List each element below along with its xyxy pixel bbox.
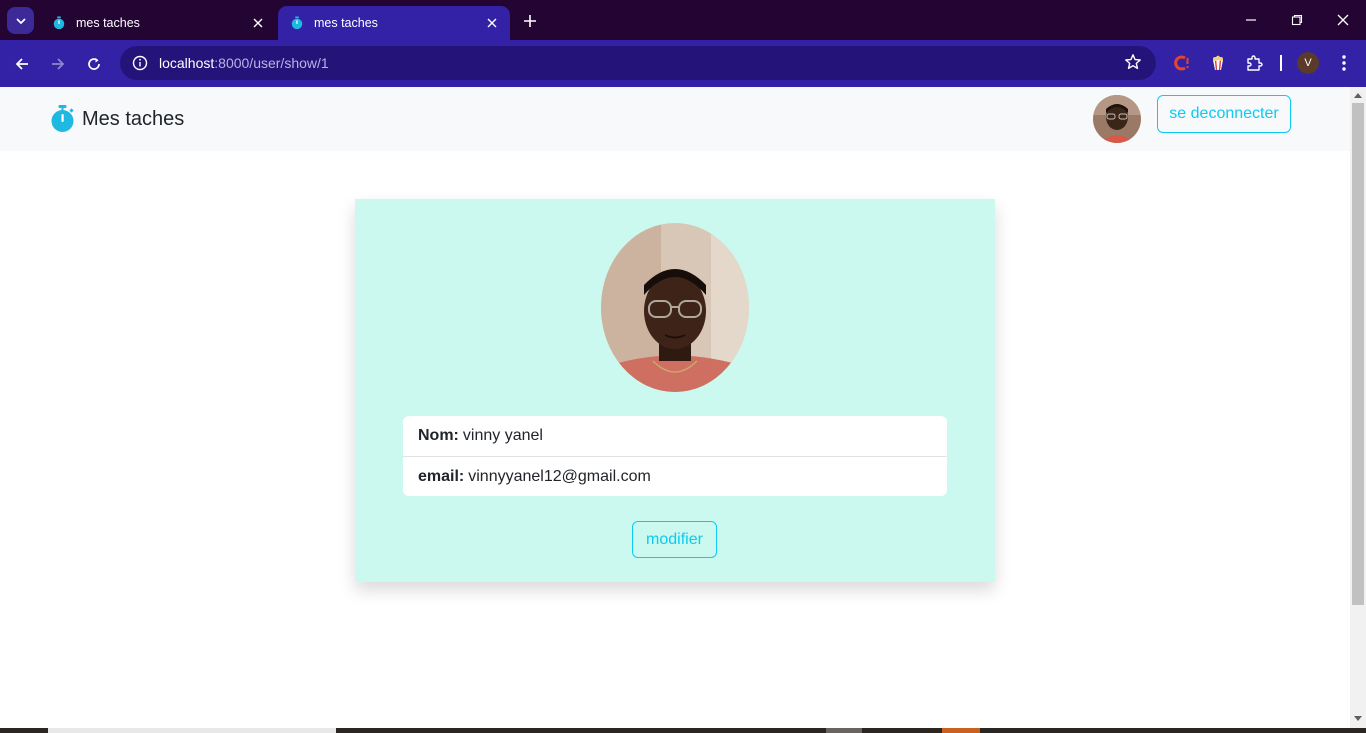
email-row: email: vinnyyanel12@gmail.com [403, 456, 947, 496]
minimize-icon [1246, 19, 1256, 21]
close-icon [1337, 14, 1349, 26]
logout-button[interactable]: se deconnecter [1157, 95, 1291, 133]
site-navbar: Mes taches se deconnecter [0, 87, 1350, 151]
tab-strip: mes taches mes taches [0, 0, 1366, 40]
arrow-left-icon [15, 58, 28, 70]
restore-button[interactable] [1274, 6, 1320, 34]
minimize-button[interactable] [1228, 6, 1274, 34]
taskbar-edge [0, 728, 1366, 733]
taskbar-segment [48, 728, 336, 733]
profile-card: Nom: vinny yanel email: vinnyyanel12@gma… [355, 199, 995, 582]
close-tab-icon[interactable] [484, 15, 500, 31]
bookmark-star-icon[interactable] [1124, 53, 1142, 76]
address-bar[interactable]: localhost:8000/user/show/1 [120, 46, 1156, 80]
stopwatch-icon [53, 16, 65, 30]
chevron-down-icon [15, 17, 26, 24]
url-text[interactable]: localhost:8000/user/show/1 [159, 55, 329, 71]
forward-button[interactable] [44, 50, 72, 78]
browser-tab-2[interactable]: mes taches [278, 6, 510, 40]
navbar-brand[interactable]: Mes taches [50, 105, 184, 133]
plus-icon [524, 15, 536, 27]
site-info-icon[interactable] [123, 46, 157, 80]
name-label: Nom: [418, 427, 459, 444]
tab-search-button[interactable] [7, 7, 34, 34]
scroll-down-arrow[interactable] [1354, 716, 1362, 721]
reload-icon [88, 58, 100, 70]
taskbar-segment [942, 728, 980, 733]
url-host: localhost [159, 55, 215, 71]
browser-tab-1[interactable]: mes taches [40, 6, 276, 40]
new-tab-button[interactable] [518, 9, 542, 33]
scrollbar-thumb[interactable] [1352, 103, 1364, 605]
close-window-button[interactable] [1320, 6, 1366, 34]
profile-avatar[interactable]: V [1297, 52, 1319, 74]
stopwatch-icon [51, 105, 74, 132]
extensions-puzzle-icon[interactable] [1241, 50, 1267, 76]
profile-photo [601, 223, 749, 392]
extension-c-icon[interactable] [1168, 50, 1194, 76]
arrow-right-icon [52, 58, 65, 70]
taskbar-segment [826, 728, 862, 733]
scroll-up-arrow[interactable] [1354, 93, 1362, 98]
extension-popcorn-icon[interactable] [1205, 50, 1231, 76]
page-viewport: Mes taches se deconnecter Nom: vinny yan… [0, 87, 1350, 728]
toolbar-divider [1280, 55, 1282, 71]
browser-menu-icon[interactable] [1331, 50, 1357, 76]
profile-info-list: Nom: vinny yanel email: vinnyyanel12@gma… [403, 416, 947, 496]
tab-title: mes taches [76, 16, 140, 30]
edit-profile-button[interactable]: modifier [632, 521, 717, 558]
email-label: email: [418, 467, 465, 485]
url-path: :8000/user/show/1 [214, 55, 329, 71]
tab-title: mes taches [314, 16, 378, 30]
name-value: vinny yanel [462, 427, 543, 444]
close-tab-icon[interactable] [250, 15, 266, 31]
back-button[interactable] [8, 50, 36, 78]
page-scrollbar[interactable] [1350, 87, 1366, 728]
email-value: vinnyyanel12@gmail.com [468, 467, 651, 485]
brand-title: Mes taches [82, 107, 185, 130]
name-row: Nom: vinny yanel [403, 416, 947, 456]
restore-icon [1291, 14, 1303, 26]
stopwatch-icon [291, 16, 303, 30]
reload-button[interactable] [80, 50, 108, 78]
user-avatar[interactable] [1093, 95, 1141, 143]
